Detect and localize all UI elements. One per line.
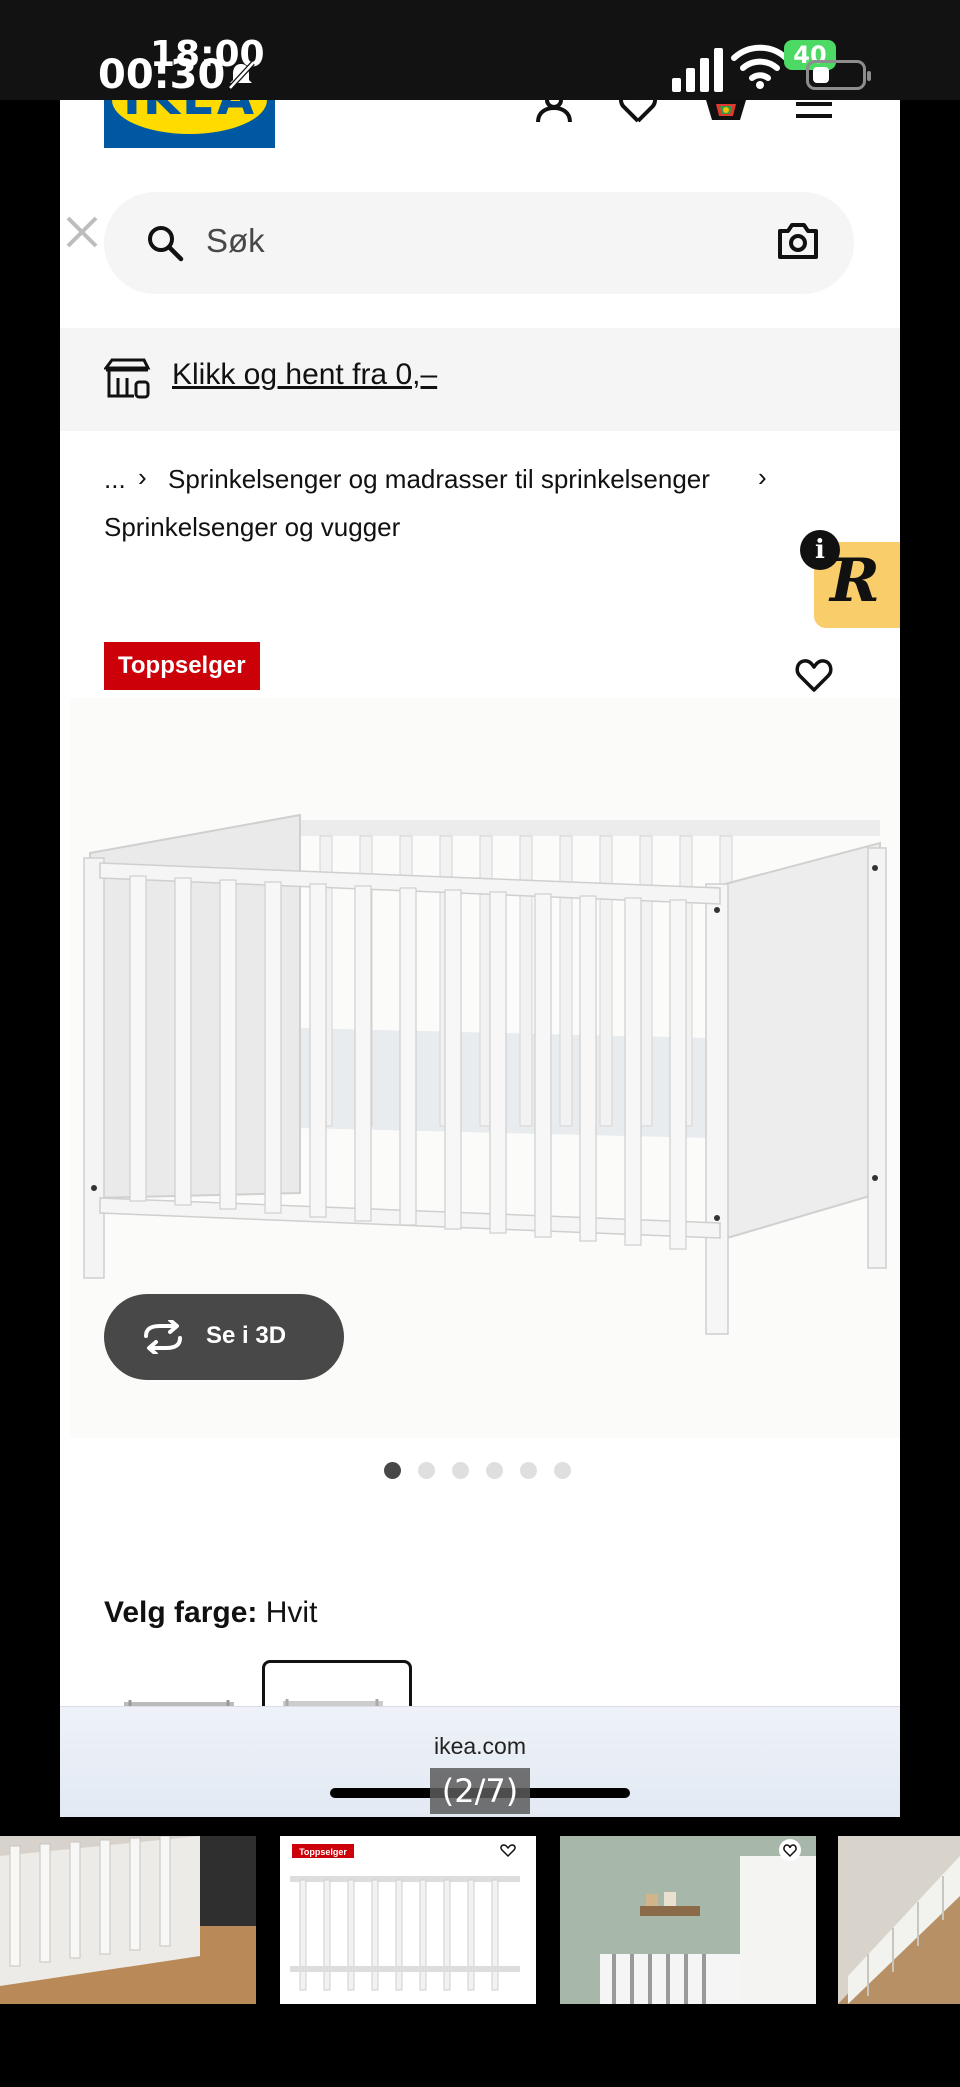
info-icon[interactable]: i xyxy=(800,530,840,570)
bell-muted-icon xyxy=(228,61,255,90)
gallery-thumbnail-3[interactable] xyxy=(560,1836,816,2004)
color-selector-label: Velg farge: Hvit xyxy=(104,1596,318,1629)
search-input[interactable]: Søk xyxy=(206,222,265,260)
close-icon[interactable] xyxy=(62,212,102,252)
breadcrumb-separator: › xyxy=(758,462,767,492)
carousel-dot[interactable] xyxy=(486,1462,503,1479)
carousel-dot[interactable] xyxy=(384,1462,401,1479)
gallery-counter: (2/7) xyxy=(430,1768,530,1814)
breadcrumb-item-cribs-mattresses[interactable]: Sprinkelsenger og madrasser til sprinkel… xyxy=(168,464,710,495)
gallery-thumbnail-1[interactable] xyxy=(0,1836,256,2004)
breadcrumb-item-cribs-cradles[interactable]: Sprinkelsenger og vugger xyxy=(104,512,400,543)
browser-viewport: IKEA Søk xyxy=(60,100,900,1817)
url-text[interactable]: ikea.com xyxy=(60,1733,900,1760)
battery-icon xyxy=(806,60,871,90)
rotate-3d-icon xyxy=(144,1320,182,1354)
menu-icon[interactable] xyxy=(796,100,832,120)
search-bar[interactable]: Søk xyxy=(104,192,854,294)
gallery-thumbnail-4[interactable] xyxy=(838,1836,960,2004)
carousel-dot[interactable] xyxy=(452,1462,469,1479)
account-icon[interactable] xyxy=(534,100,574,124)
store-icon xyxy=(104,358,151,399)
selected-color: Hvit xyxy=(265,1596,318,1629)
camera-icon[interactable] xyxy=(776,221,820,261)
view-in-3d-button[interactable]: Se i 3D xyxy=(104,1294,344,1380)
search-icon xyxy=(148,226,184,262)
ikea-logo[interactable]: IKEA xyxy=(104,100,275,148)
gallery-thumbnail-2[interactable]: Toppselger xyxy=(280,1836,536,2004)
cart-icon[interactable] xyxy=(704,100,748,124)
breadcrumb-separator: › xyxy=(138,462,147,492)
click-collect-link[interactable]: Klikk og hent fra 0,– xyxy=(172,358,437,392)
wifi-icon xyxy=(731,44,789,89)
favorite-heart-icon[interactable] xyxy=(794,656,834,696)
top-seller-badge: Toppselger xyxy=(104,642,260,690)
status-time: 00:30 xyxy=(98,52,226,98)
carousel-dot[interactable] xyxy=(520,1462,537,1479)
carousel-dot[interactable] xyxy=(418,1462,435,1479)
carousel-dot[interactable] xyxy=(554,1462,571,1479)
breadcrumb-ellipsis[interactable]: ... xyxy=(104,464,126,495)
heart-icon[interactable] xyxy=(618,100,658,124)
click-collect-banner: Klikk og hent fra 0,– xyxy=(60,328,900,431)
thumbnail-badge: Toppselger xyxy=(299,1847,347,1857)
cellular-signal-icon xyxy=(672,48,723,92)
status-bar: 18:00 00:30 40 xyxy=(0,0,960,100)
